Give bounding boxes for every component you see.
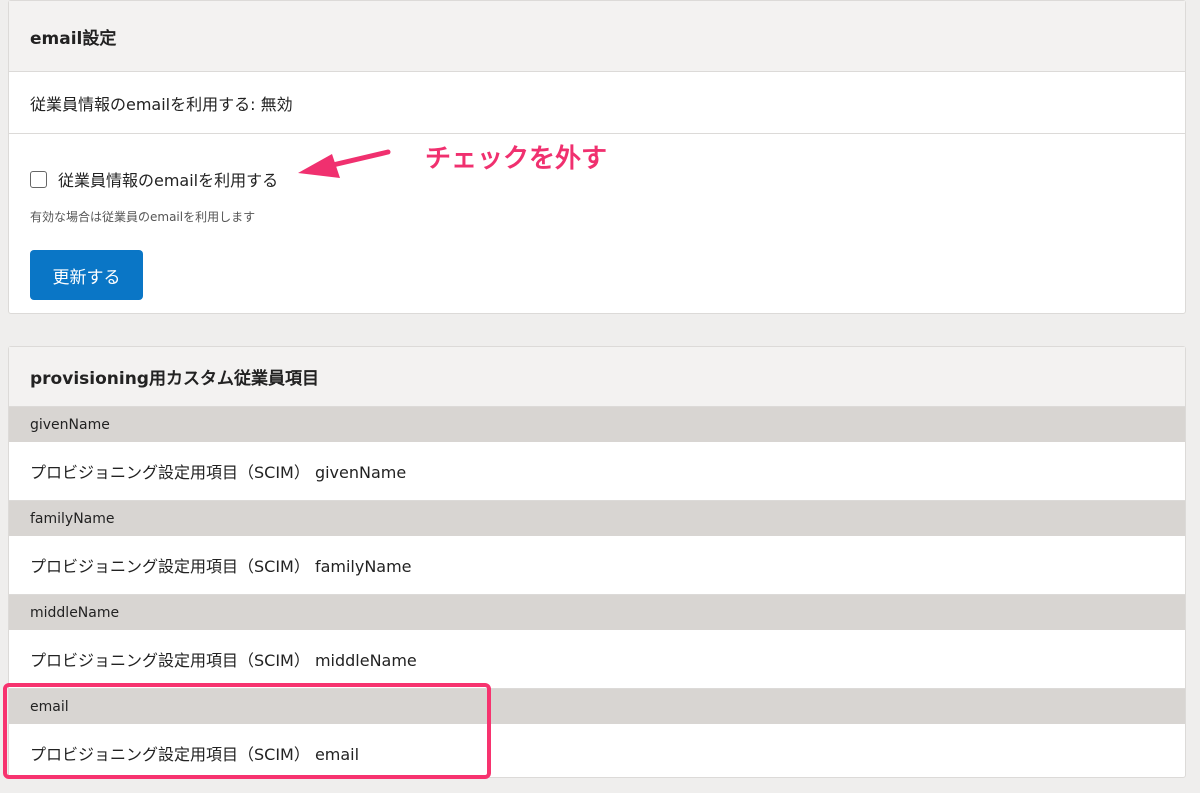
hint-text: 有効な場合は従業員のemailを利用します xyxy=(30,210,256,224)
update-button[interactable]: 更新する xyxy=(30,250,143,300)
field-label: familyName xyxy=(9,501,1185,536)
field-value: プロビジョニング設定用項目（SCIM） familyName xyxy=(9,536,1185,595)
arrow-annotation-icon xyxy=(298,149,391,178)
status-text: 従業員情報のemailを利用する: 無効 xyxy=(9,72,1185,134)
field-value: プロビジョニング設定用項目（SCIM） givenName xyxy=(9,442,1185,501)
card-title: provisioning用カスタム従業員項目 xyxy=(9,347,1185,407)
field-label: middleName xyxy=(9,595,1185,630)
checkbox-label: 従業員情報のemailを利用する xyxy=(58,171,279,190)
card-title: email設定 xyxy=(9,1,1185,72)
field-label: givenName xyxy=(9,407,1185,442)
annotation-text: チェックを外す xyxy=(425,144,608,174)
field-value: プロビジョニング設定用項目（SCIM） middleName xyxy=(9,630,1185,689)
use-employee-email-checkbox[interactable]: 従業員情報のemailを利用する xyxy=(30,167,278,191)
checkbox-box[interactable] xyxy=(30,170,47,188)
highlight-box xyxy=(3,683,491,779)
